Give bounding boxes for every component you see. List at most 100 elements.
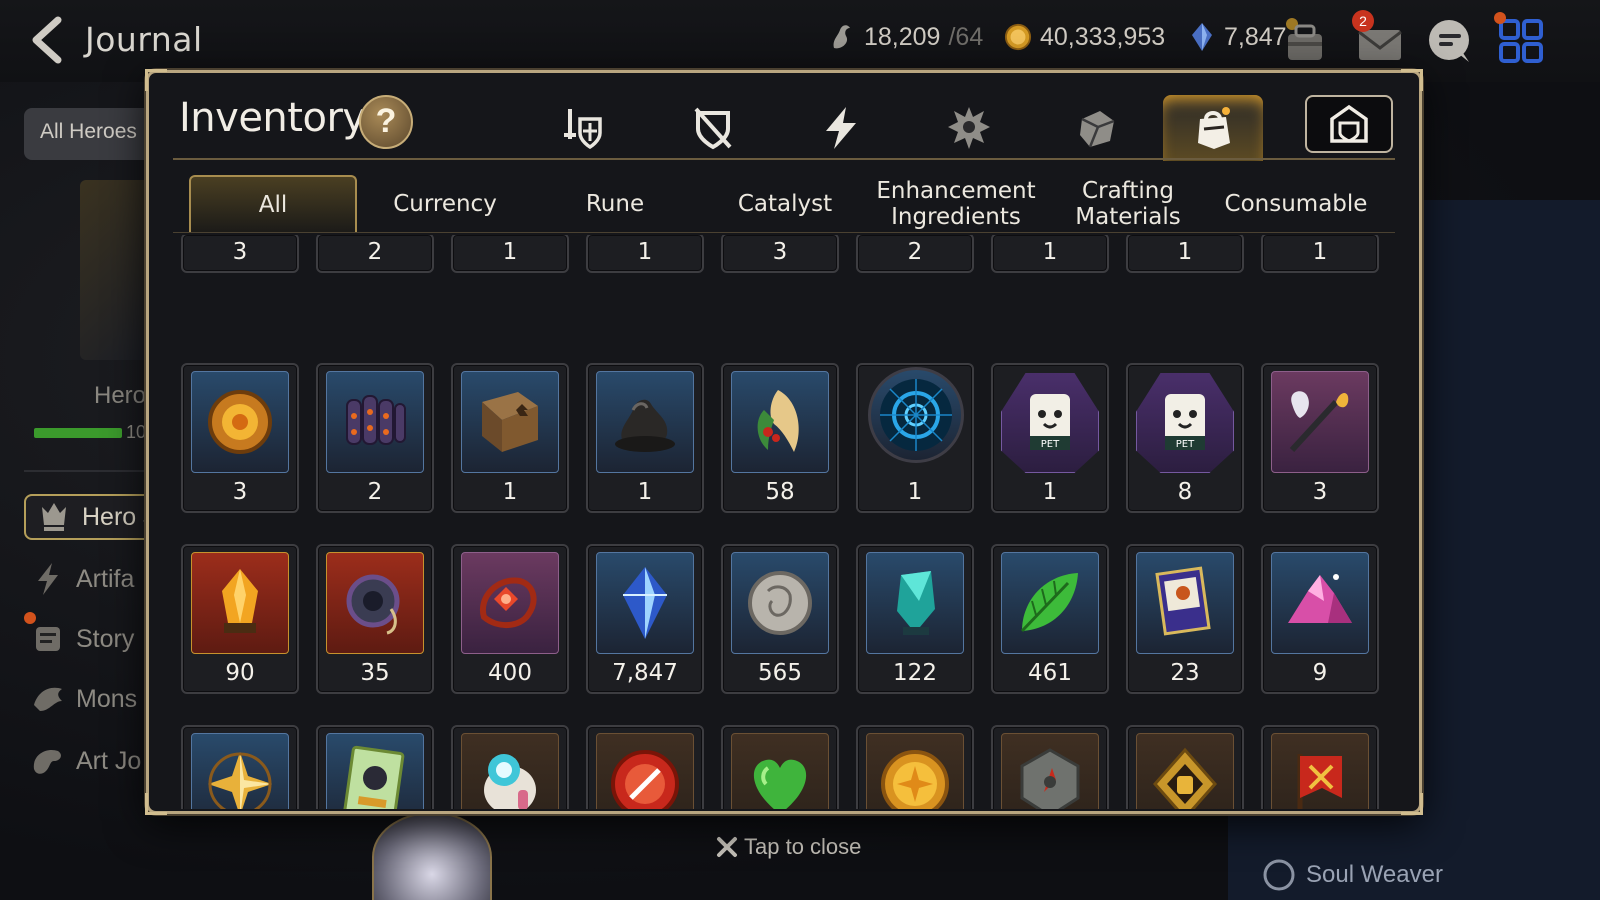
inventory-slot[interactable]: 1 [856, 363, 974, 513]
tap-to-close-label: Tap to close [744, 834, 862, 859]
inventory-slot[interactable]: 3 [586, 725, 704, 809]
inventory-slot-partial[interactable]: 1 [586, 235, 704, 273]
tap-to-close[interactable]: Tap to close [716, 834, 861, 860]
menu-notification-dot [1494, 12, 1506, 24]
stone-compass-icon [1020, 748, 1080, 809]
inventory-slot[interactable]: 1 [451, 363, 569, 513]
tab-misc[interactable] [1047, 95, 1147, 161]
tab-bag[interactable] [1163, 95, 1263, 161]
tab-material[interactable] [919, 95, 1019, 161]
inventory-slot[interactable]: 7 [1261, 725, 1379, 809]
mail-badge: 2 [1352, 10, 1374, 32]
inventory-slot[interactable]: 9 [1261, 544, 1379, 694]
hero-progress-value: 10 [126, 422, 147, 442]
inventory-slot[interactable]: 2 [316, 363, 434, 513]
egg-device-icon [484, 754, 536, 809]
storage-icon [1330, 104, 1368, 143]
inventory-slot[interactable]: 565 [721, 544, 839, 694]
inventory-slot[interactable]: 3 [181, 363, 299, 513]
inventory-slot-partial[interactable]: 3 [181, 235, 299, 273]
item-art [461, 733, 559, 809]
item-art [1271, 371, 1369, 473]
app-root: Journal 18,209/64 40,333,953 7,847 2 All… [0, 0, 1600, 900]
tab-equipment[interactable] [533, 95, 633, 161]
pendant-icon [346, 574, 400, 635]
inventory-slot[interactable]: 3,310 [1126, 725, 1244, 809]
item-art [868, 367, 964, 463]
pet-pack-icon: PET [1165, 394, 1205, 450]
shop-bag-icon[interactable] [1280, 16, 1330, 66]
gold-value: 40,333,953 [1040, 22, 1166, 51]
sidebar-item-label: Mons [76, 684, 138, 713]
item-art [191, 552, 289, 654]
all-heroes-button[interactable]: All Heroes [24, 108, 164, 160]
inventory-slot-partial[interactable]: 2 [856, 235, 974, 273]
inventory-slot-partial[interactable]: 2 [316, 235, 434, 273]
sidebar-item-hero-journal[interactable]: Hero J [24, 494, 164, 540]
inventory-slot[interactable]: 7,847 [586, 544, 704, 694]
blue-portal-icon [880, 379, 952, 451]
subtab-consumable[interactable]: Consumable [1213, 175, 1379, 233]
inventory-grid[interactable]: 3 2 1 1 3 2 1 1 1 3 2 1 1 58 1 PET 1 PET 8 3 90 35 400 7,847 565… [169, 235, 1401, 809]
inventory-slot-partial[interactable]: 3 [721, 235, 839, 273]
help-button[interactable]: ? [359, 95, 413, 149]
svg-text:PET: PET [1176, 439, 1195, 450]
inventory-slot[interactable]: 3 [1261, 363, 1379, 513]
item-quantity: 1 [1177, 239, 1193, 265]
modal-corner [1401, 69, 1423, 91]
inventory-slot[interactable]: PET 1 [991, 363, 1109, 513]
inventory-slot-partial[interactable]: 1 [991, 235, 1109, 273]
item-quantity: 23 [1170, 660, 1200, 686]
tab-artifact[interactable] [791, 95, 891, 161]
item-quantity: 2 [367, 479, 383, 505]
inventory-slot[interactable]: 60 [316, 725, 434, 809]
subtab-catalyst[interactable]: Catalyst [703, 175, 867, 233]
inventory-slot[interactable]: 1 [586, 363, 704, 513]
back-arrow-icon[interactable] [24, 14, 72, 66]
item-quantity: 35 [360, 660, 390, 686]
subtab-all[interactable]: All [189, 175, 357, 233]
inventory-slot[interactable]: 122 [856, 544, 974, 694]
inventory-slot[interactable]: 90 [181, 544, 299, 694]
item-art [596, 733, 694, 809]
inventory-slot[interactable]: 40,333,953 [856, 725, 974, 809]
tab-storage[interactable] [1305, 95, 1393, 153]
inventory-slot[interactable]: 58 [721, 363, 839, 513]
stamina-icon [833, 25, 850, 49]
artifact-lightning-icon [826, 107, 856, 149]
item-quantity: 1 [502, 479, 518, 505]
inventory-slot-partial[interactable]: 1 [1126, 235, 1244, 273]
subtab-crafting-materials[interactable]: Crafting Materials [1049, 175, 1207, 233]
subtab-enhancement-ingredients[interactable]: Enhancement Ingredients [869, 175, 1043, 233]
green-heart-icon [753, 759, 807, 809]
inventory-slot[interactable]: 35 [316, 544, 434, 694]
svg-text:PET: PET [1041, 439, 1060, 450]
inventory-slot[interactable]: 400 [451, 544, 569, 694]
item-art [191, 733, 289, 809]
modal-corner [1401, 793, 1423, 815]
item-art [326, 733, 424, 809]
inventory-slot[interactable]: 23 [1126, 544, 1244, 694]
inventory-slot[interactable]: 461 [991, 544, 1109, 694]
hero-icon [42, 503, 66, 531]
dice-icon [1080, 111, 1115, 148]
item-art [596, 552, 694, 654]
inventory-slot-partial[interactable]: 1 [1261, 235, 1379, 273]
menu-grid-icon[interactable] [1496, 16, 1546, 66]
item-art [1271, 733, 1369, 809]
palette-icon [33, 749, 61, 774]
inventory-slot[interactable]: 13 [991, 725, 1109, 809]
ginseng-icon [757, 390, 799, 452]
subtab-rune[interactable]: Rune [533, 175, 697, 233]
inventory-slot[interactable]: 1,955 [721, 725, 839, 809]
inventory-slot-partial[interactable]: 1 [451, 235, 569, 273]
inventory-slot[interactable]: 235 [181, 725, 299, 809]
inventory-slot[interactable]: 3 [451, 725, 569, 809]
chat-icon[interactable] [1425, 16, 1475, 66]
wooden-book-icon [482, 392, 538, 452]
inventory-slot[interactable]: PET 8 [1126, 363, 1244, 513]
subtab-currency[interactable]: Currency [363, 175, 527, 233]
subtab-divider [173, 232, 1395, 233]
skystone-value: 7,847 [1224, 22, 1287, 51]
tab-broken-equipment[interactable] [663, 95, 763, 161]
